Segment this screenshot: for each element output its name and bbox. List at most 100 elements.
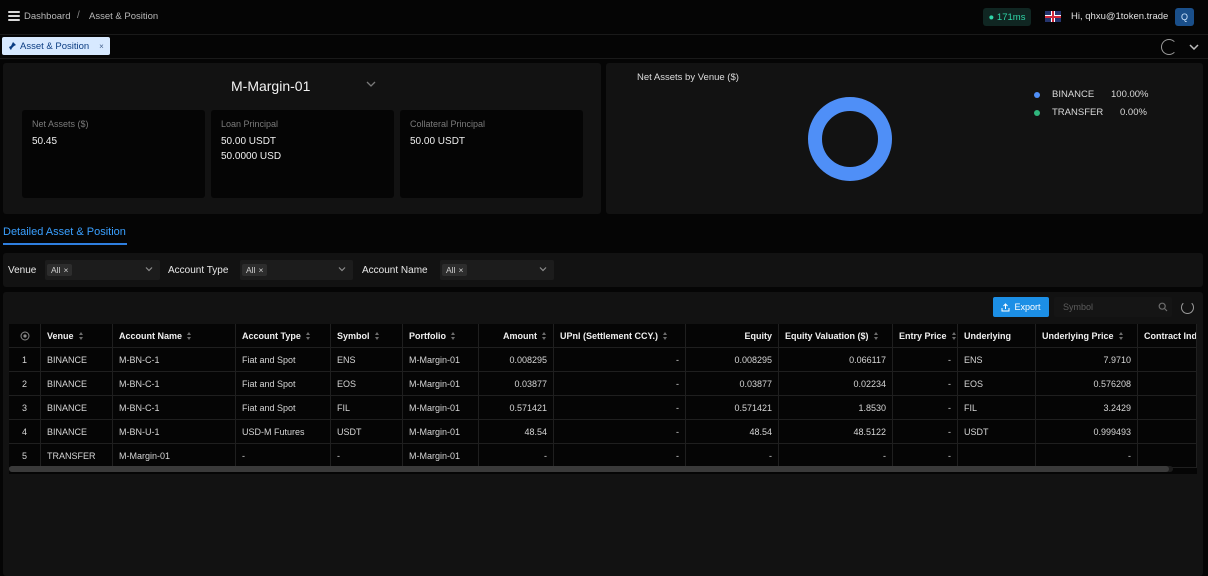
chevron-down-icon (539, 267, 547, 272)
portfolio-select[interactable]: M-Margin-01 (231, 78, 310, 94)
donut-slice-binance[interactable] (808, 97, 892, 181)
column-header-label: Underlying (964, 331, 1012, 341)
select-all-toggle[interactable] (9, 324, 41, 348)
table-cell: 0.999493 (1036, 420, 1138, 444)
close-icon[interactable]: × (258, 265, 263, 275)
symbol-search-input[interactable]: Symbol (1054, 297, 1172, 317)
chip-label: All (51, 265, 61, 275)
table-cell: Fiat and Spot (236, 348, 331, 372)
column-header[interactable]: Contract Ind (1138, 324, 1197, 348)
scrollbar-thumb[interactable] (9, 466, 1169, 472)
table-cell: 0.02234 (779, 372, 893, 396)
card-label: Net Assets ($) (32, 119, 89, 129)
card-value: 50.45 (32, 136, 58, 147)
venue-donut-chart[interactable] (805, 94, 895, 184)
column-header[interactable]: Underlying (958, 324, 1036, 348)
legend-dot-transfer (1034, 110, 1040, 116)
column-header[interactable]: Account Name (113, 324, 236, 348)
sort-icon[interactable] (1118, 332, 1124, 340)
column-header[interactable]: Portfolio (403, 324, 479, 348)
horizontal-scrollbar[interactable] (9, 466, 1173, 472)
table-row[interactable]: 2 BINANCE M-BN-C-1 Fiat and Spot EOS M-Margin… (9, 372, 1197, 396)
loan-principal-card: Loan Principal 50.00 USDT 50.0000 USD (211, 110, 394, 198)
table-cell: M-BN-C-1 (113, 396, 236, 420)
legend-dot-binance (1034, 92, 1040, 98)
column-header[interactable]: Equity (686, 324, 779, 348)
table-cell: - (686, 444, 779, 468)
account-name-select[interactable]: All × (440, 260, 554, 280)
close-icon[interactable]: × (99, 42, 104, 51)
sort-icon[interactable] (451, 332, 456, 340)
table-cell (1138, 348, 1197, 372)
column-header[interactable]: UPnl (Settlement CCY.) (554, 324, 686, 348)
table-cell (1138, 372, 1197, 396)
tab-asset-position[interactable]: Asset & Position × (2, 37, 110, 55)
column-header-label: Account Name (119, 331, 183, 341)
sort-icon[interactable] (542, 332, 547, 340)
close-icon[interactable]: × (458, 265, 463, 275)
filter-chip[interactable]: All × (442, 264, 468, 276)
table-cell: M-Margin-01 (113, 444, 236, 468)
reload-icon[interactable] (1181, 301, 1194, 314)
search-icon[interactable] (1158, 302, 1168, 312)
close-icon[interactable]: × (63, 265, 68, 275)
latency-badge: ● 171ms (983, 8, 1031, 26)
table-row[interactable]: 3 BINANCE M-BN-C-1 Fiat and Spot FIL M-Margin… (9, 396, 1197, 420)
tab-label: Asset & Position (20, 40, 90, 52)
table-cell: M-Margin-01 (403, 372, 479, 396)
refresh-icon[interactable] (1161, 39, 1177, 55)
breadcrumb-current: Asset & Position (89, 11, 159, 22)
table-cell: 7.9710 (1036, 348, 1138, 372)
breadcrumb-dashboard[interactable]: Dashboard (24, 11, 70, 22)
account-type-select[interactable]: All × (240, 260, 353, 280)
column-header[interactable]: Entry Price (893, 324, 958, 348)
filter-label-account-type: Account Type (168, 265, 229, 276)
column-header[interactable]: Symbol (331, 324, 403, 348)
column-header[interactable]: Underlying Price (1036, 324, 1138, 348)
export-button[interactable]: Export (993, 297, 1049, 317)
sort-icon[interactable] (305, 332, 311, 340)
user-greeting[interactable]: Hi, qhxu@1token.trade (1071, 11, 1168, 22)
chevron-down-icon (145, 267, 153, 272)
table-cell (1138, 420, 1197, 444)
table-row[interactable]: 5 TRANSFER M-Margin-01- - M-Margin-01- - - - - - (9, 444, 1197, 468)
table-cell: FIL (331, 396, 403, 420)
column-header-label: Amount (503, 331, 537, 341)
avatar[interactable]: Q (1175, 8, 1194, 26)
filter-chip[interactable]: All × (47, 264, 73, 276)
uk-flag-icon[interactable] (1045, 11, 1061, 22)
table-row[interactable]: 1 BINANCE M-BN-C-1 Fiat and Spot ENS M-Margin… (9, 348, 1197, 372)
table-cell: TRANSFER (41, 444, 113, 468)
table-cell: EOS (331, 372, 403, 396)
chevron-down-icon[interactable] (366, 80, 376, 88)
table-cell: 0.03877 (686, 372, 779, 396)
filter-label-account-name: Account Name (362, 265, 428, 276)
column-header[interactable]: Account Type (236, 324, 331, 348)
table-cell: - (893, 348, 958, 372)
filter-label-venue: Venue (8, 265, 37, 276)
table-cell: ENS (331, 348, 403, 372)
venue-select[interactable]: All × (45, 260, 160, 280)
table-cell: USDT (331, 420, 403, 444)
table-row[interactable]: 4 BINANCE M-BN-U-1 USD-M Futures USDT M-Margi… (9, 420, 1197, 444)
column-header[interactable]: Venue (41, 324, 113, 348)
menu-icon[interactable] (8, 11, 20, 23)
legend-name: BINANCE (1052, 89, 1095, 100)
sort-icon[interactable] (78, 332, 84, 340)
column-header[interactable]: Amount (479, 324, 554, 348)
tab-detailed-asset-position[interactable]: Detailed Asset & Position (3, 226, 126, 238)
sort-icon[interactable] (374, 332, 380, 340)
column-header-label: Entry Price (899, 331, 947, 341)
filter-chip[interactable]: All × (242, 264, 268, 276)
chevron-down-icon[interactable] (1183, 37, 1205, 57)
column-header[interactable]: Equity Valuation ($) (779, 324, 893, 348)
table-cell: 0.066117 (779, 348, 893, 372)
table-cell: 0.571421 (686, 396, 779, 420)
active-tab-indicator (3, 243, 127, 245)
sort-icon[interactable] (873, 332, 879, 340)
sort-icon[interactable] (663, 332, 668, 340)
legend-name: TRANSFER (1052, 107, 1104, 118)
sort-icon[interactable] (187, 332, 192, 340)
table-cell: - (893, 372, 958, 396)
row-index: 5 (9, 444, 41, 468)
